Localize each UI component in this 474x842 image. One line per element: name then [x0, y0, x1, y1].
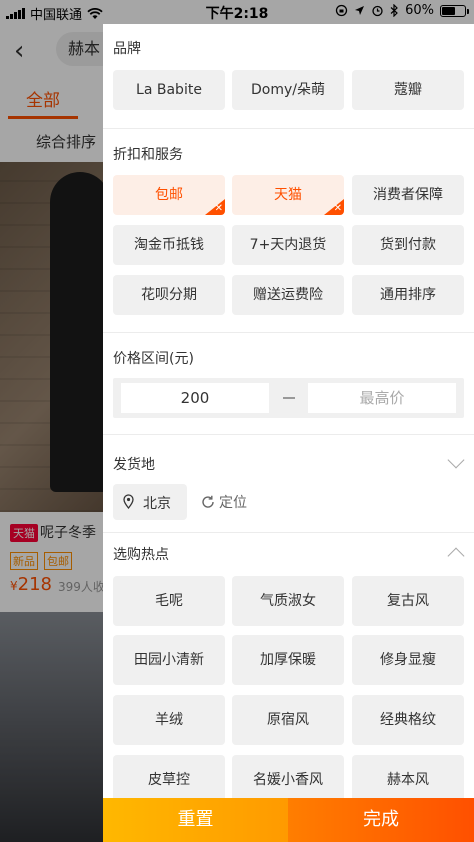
hot-chip-harajuku[interactable]: 原宿风	[232, 695, 344, 745]
service-chip-shipping-insurance[interactable]: 赠送运费险	[232, 275, 344, 315]
service-chip-taojinbi[interactable]: 淘金币抵钱	[113, 225, 225, 265]
hot-chip-elegant[interactable]: 气质淑女	[232, 576, 344, 626]
rotation-lock-icon	[335, 4, 348, 17]
location-arrow-icon	[355, 6, 365, 15]
close-icon: ✕	[214, 203, 223, 214]
battery-percent: 60%	[405, 3, 434, 18]
brand-chip-koubang[interactable]: 蔻瓣	[352, 70, 464, 110]
ship-from-section-title: 发货地	[113, 457, 155, 473]
divider	[103, 332, 474, 333]
location-chip[interactable]: 北京	[113, 484, 187, 520]
min-price-input[interactable]	[121, 383, 269, 413]
divider	[103, 128, 474, 129]
service-chip-cod[interactable]: 货到付款	[352, 225, 464, 265]
max-price-input[interactable]	[308, 383, 456, 413]
hot-chip-plaid[interactable]: 经典格纹	[352, 695, 464, 745]
hot-chip-retro[interactable]: 复古风	[352, 576, 464, 626]
price-range-row	[113, 378, 464, 418]
service-chip-label: 包邮	[155, 187, 183, 203]
service-chip-label: 天猫	[274, 187, 302, 203]
hot-chip-fur[interactable]: 皮草控	[113, 755, 225, 798]
battery-icon	[440, 4, 469, 17]
locate-button[interactable]: 定位	[201, 492, 247, 512]
service-chip-huabei[interactable]: 花呗分期	[113, 275, 225, 315]
map-pin-icon	[123, 494, 134, 509]
hot-chip-slim[interactable]: 修身显瘦	[352, 635, 464, 685]
battery-fill	[442, 6, 456, 15]
divider	[103, 434, 474, 435]
refresh-icon	[202, 495, 214, 508]
hot-chip-cashmere[interactable]: 羊绒	[113, 695, 225, 745]
location-label: 北京	[143, 496, 171, 512]
hot-section-title: 选购热点	[113, 547, 169, 563]
chevron-down-icon[interactable]	[447, 451, 465, 469]
status-bar: 中国联通 下午2:18 60%	[0, 0, 474, 24]
services-section-title: 折扣和服务	[113, 147, 183, 163]
service-chip-free-shipping[interactable]: 包邮 ✕	[113, 175, 225, 215]
alarm-icon	[372, 5, 383, 17]
reset-button[interactable]: 重置	[103, 798, 288, 842]
hot-chip-thick-warm[interactable]: 加厚保暖	[232, 635, 344, 685]
locate-label: 定位	[219, 495, 247, 511]
hot-chip-hepburn[interactable]: 赫本风	[352, 755, 464, 798]
divider	[103, 532, 474, 533]
hot-chip-chanel-style[interactable]: 名媛小香风	[232, 755, 344, 798]
filter-drawer: 品牌 La Babite Domy/朵萌 蔻瓣 折扣和服务 包邮 ✕ 天猫 ✕ …	[103, 24, 474, 842]
brand-chip-la-babite[interactable]: La Babite	[113, 70, 225, 110]
brand-chip-domy[interactable]: Domy/朵萌	[232, 70, 344, 110]
done-button[interactable]: 完成	[288, 798, 474, 842]
chevron-up-icon[interactable]	[447, 547, 465, 565]
service-chip-consumer-protection[interactable]: 消费者保障	[352, 175, 464, 215]
bluetooth-icon	[390, 4, 398, 17]
brand-section-title: 品牌	[113, 41, 141, 57]
filter-footer: 重置 完成	[103, 798, 474, 842]
hot-chip-maoni[interactable]: 毛呢	[113, 576, 225, 626]
price-dash	[283, 397, 295, 399]
price-section-title: 价格区间(元)	[113, 351, 194, 367]
service-chip-tmall[interactable]: 天猫 ✕	[232, 175, 344, 215]
status-right: 60%	[335, 3, 469, 18]
close-icon: ✕	[333, 203, 342, 214]
service-chip-general-sort[interactable]: 通用排序	[352, 275, 464, 315]
service-chip-7day-return[interactable]: 7+天内退货	[232, 225, 344, 265]
hot-chip-pastoral[interactable]: 田园小清新	[113, 635, 225, 685]
filter-scroll[interactable]: 品牌 La Babite Domy/朵萌 蔻瓣 折扣和服务 包邮 ✕ 天猫 ✕ …	[103, 24, 474, 798]
